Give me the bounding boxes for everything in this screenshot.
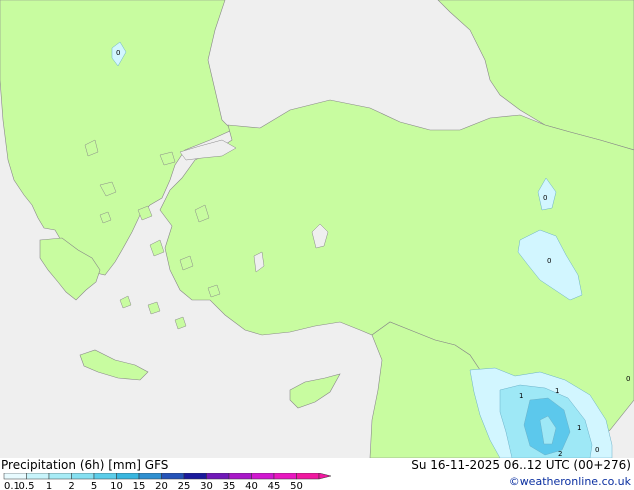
scale-swatch	[93, 473, 117, 480]
contour-label: 1	[519, 392, 523, 400]
contour-label: 1	[577, 424, 581, 432]
contour-label: 2	[558, 450, 562, 458]
scale-tick-label: 35	[223, 481, 236, 490]
scale-tick-label: 45	[268, 481, 281, 490]
scale-swatch	[206, 473, 230, 480]
valid-time: Su 16-11-2025 06..12 UTC (00+276)	[411, 458, 631, 472]
scale-swatch	[116, 473, 140, 480]
scale-tick-labels: 0.10.5 1 2 5 10 15 20 25 30 35 40 45 50	[4, 481, 303, 490]
scale-tick-label: 0.1	[4, 481, 20, 490]
contour-label: 0	[547, 257, 551, 265]
scale-tick-label: 5	[91, 481, 97, 490]
scale-swatch	[3, 473, 27, 480]
scale-tick-label: 50	[290, 481, 303, 490]
scale-swatch	[71, 473, 95, 480]
scale-tick-label: 30	[200, 481, 213, 490]
scale-tick-label: 25	[178, 481, 191, 490]
scale-tick-label: 40	[245, 481, 258, 490]
credit-link[interactable]: ©weatheronline.co.uk	[509, 475, 631, 489]
scale-swatch	[273, 473, 297, 480]
scale-tick-label: 0.5	[19, 481, 35, 490]
scale-swatch	[48, 473, 72, 480]
map-footer: Precipitation (6h) [mm] GFS Su 16-11-202…	[0, 458, 634, 490]
map-title: Precipitation (6h) [mm] GFS	[1, 458, 169, 472]
precipitation-map: 0 0 0 1 1 1 2 0 0	[0, 0, 634, 458]
scale-swatch	[183, 473, 207, 480]
scale-tick-label: 2	[68, 481, 74, 490]
scale-swatch	[26, 473, 50, 480]
scale-tick-label: 1	[46, 481, 52, 490]
scale-arrow	[318, 473, 332, 480]
contour-label: 0	[626, 375, 630, 383]
contour-label: 0	[595, 446, 599, 454]
precipitation-color-scale: 0.10.5 1 2 5 10 15 20 25 30 35 40 45 50	[3, 473, 332, 490]
scale-tick-label: 10	[110, 481, 123, 490]
contour-label: 1	[555, 387, 559, 395]
contour-label: 0	[543, 194, 547, 202]
map-view: 0 0 0 1 1 1 2 0 0 Precipitation (6h) [mm…	[0, 0, 634, 490]
scale-tick-label: 20	[155, 481, 168, 490]
scale-swatch	[228, 473, 252, 480]
scale-swatches	[3, 473, 332, 480]
contour-label: 0	[116, 49, 120, 57]
scale-swatch	[138, 473, 162, 480]
scale-swatch	[161, 473, 185, 480]
scale-swatch	[251, 473, 275, 480]
scale-tick-label: 15	[133, 481, 146, 490]
scale-swatch	[296, 473, 320, 480]
